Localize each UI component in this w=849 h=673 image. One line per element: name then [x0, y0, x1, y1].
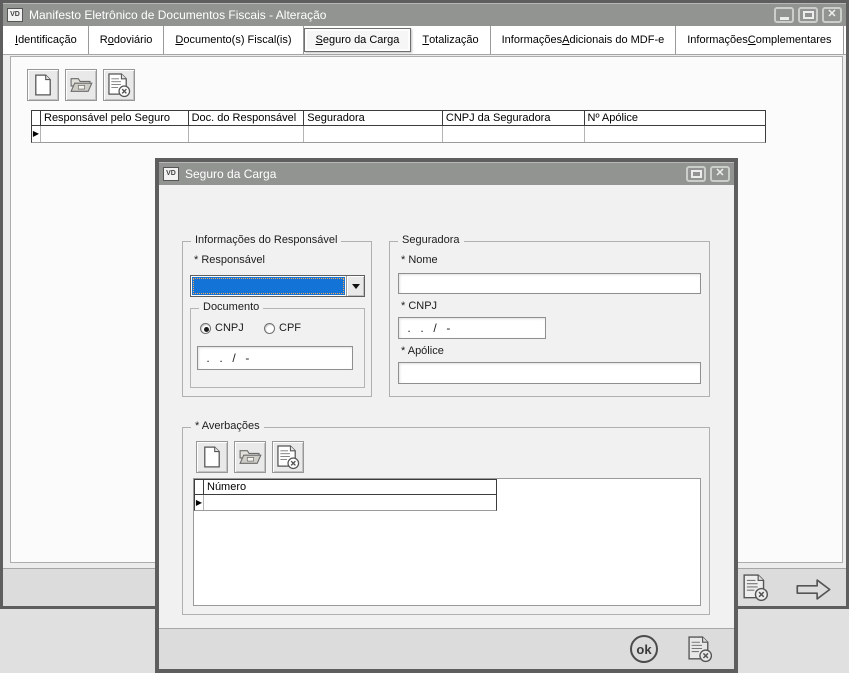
chevron-down-icon — [352, 284, 360, 289]
averbacoes-grid-header: Número — [194, 479, 497, 495]
dialog-maximize-button[interactable] — [686, 166, 706, 182]
delete-document-icon — [277, 445, 300, 470]
new-document-icon — [203, 446, 221, 468]
column-header[interactable]: Número — [204, 480, 496, 494]
tab-totalizacao[interactable]: Totalização — [411, 26, 490, 54]
dialog-cancel-button[interactable] — [686, 634, 714, 664]
table-cell[interactable] — [443, 126, 585, 142]
tab-identificacao[interactable]: Identificação — [3, 26, 89, 54]
ok-button[interactable]: ok — [630, 635, 658, 663]
screen: VD Manifesto Eletrônico de Documentos Fi… — [0, 0, 849, 673]
selector-header-cell — [32, 111, 41, 125]
new-document-icon — [34, 74, 52, 96]
dialog-close-button[interactable]: ✕ — [710, 166, 730, 182]
row-pointer-cell: ▶ — [195, 495, 204, 510]
dialog-title: Seguro da Carga — [185, 167, 686, 181]
close-icon: ✕ — [715, 168, 724, 179]
delete-seguro-button[interactable] — [103, 69, 135, 101]
seguradora-cnpj-input[interactable] — [398, 317, 546, 339]
documento-group-legend: Documento — [199, 301, 263, 313]
record-pointer-icon: ▶ — [196, 499, 202, 507]
combobox-dropdown-button[interactable] — [346, 276, 364, 296]
main-window-title: Manifesto Eletrônico de Documentos Fisca… — [29, 8, 774, 22]
maximize-button[interactable] — [798, 7, 818, 23]
apolice-input[interactable] — [398, 362, 701, 384]
column-header[interactable]: CNPJ da Seguradora — [443, 111, 585, 125]
nome-input[interactable] — [398, 273, 701, 294]
table-cell[interactable] — [585, 126, 766, 142]
edit-seguro-button[interactable] — [65, 69, 97, 101]
averbacoes-group: * Averbações — [182, 427, 710, 615]
table-cell[interactable] — [41, 126, 189, 142]
averbacoes-grid: Número ▶ — [193, 478, 701, 606]
nome-label: * Nome — [401, 254, 438, 266]
cancel-button[interactable] — [740, 573, 772, 603]
column-header[interactable]: Nº Apólice — [585, 111, 766, 125]
table-cell[interactable] — [204, 495, 496, 510]
cnpj-radio-label: CNPJ — [215, 322, 244, 334]
maximize-icon — [691, 170, 702, 178]
column-header[interactable]: Seguradora — [304, 111, 443, 125]
tab-rodoviario[interactable]: Rodoviário — [89, 26, 165, 54]
documento-cnpj-input[interactable] — [197, 346, 353, 370]
minimize-button[interactable] — [774, 7, 794, 23]
dialog-titlebar: VD Seguro da Carga ✕ — [159, 162, 734, 185]
column-header[interactable]: Doc. do Responsável — [189, 111, 305, 125]
delete-averbacao-button[interactable] — [272, 441, 304, 473]
documento-group: Documento CNPJ CPF — [190, 308, 365, 388]
add-averbacao-button[interactable] — [196, 441, 228, 473]
seguro-toolbar — [27, 69, 135, 101]
table-cell[interactable] — [189, 126, 305, 142]
arrow-right-icon — [795, 578, 833, 601]
seguros-grid: Responsável pelo Seguro Doc. do Responsá… — [31, 110, 766, 143]
seguradora-group-legend: Seguradora — [398, 234, 464, 246]
row-pointer-cell: ▶ — [32, 126, 41, 142]
close-icon: ✕ — [827, 9, 836, 20]
main-titlebar: VD Manifesto Eletrônico de Documentos Fi… — [3, 3, 846, 26]
combobox-selection — [192, 277, 345, 295]
tabbar: Identificação Rodoviário Documento(s) Fi… — [3, 26, 846, 55]
responsavel-group: Informações do Responsável * Responsável… — [182, 241, 372, 397]
selector-header-cell — [195, 480, 204, 494]
seguro-da-carga-dialog: VD Seguro da Carga ✕ Informações do Resp… — [155, 158, 738, 673]
responsavel-group-legend: Informações do Responsável — [191, 234, 341, 246]
cnpj-radio[interactable]: CNPJ — [200, 322, 244, 334]
cpf-radio[interactable]: CPF — [264, 322, 301, 334]
table-row[interactable]: ▶ — [194, 495, 497, 511]
open-folder-icon — [238, 448, 262, 466]
next-button[interactable] — [793, 577, 835, 601]
close-button[interactable]: ✕ — [822, 7, 842, 23]
dialog-footer: ok — [159, 628, 734, 669]
apolice-label: * Apólice — [401, 345, 444, 357]
app-icon: VD — [163, 167, 179, 181]
record-pointer-icon: ▶ — [33, 130, 39, 138]
tab-informacoes-complementares[interactable]: Informações Complementares — [676, 26, 843, 54]
app-icon: VD — [7, 8, 23, 22]
cpf-radio-label: CPF — [279, 322, 301, 334]
seguros-grid-header: Responsável pelo Seguro Doc. do Responsá… — [31, 110, 766, 126]
radio-checked-icon — [200, 323, 211, 334]
delete-document-icon — [743, 574, 769, 602]
delete-document-icon — [688, 636, 713, 663]
table-row[interactable]: ▶ — [31, 126, 766, 143]
tab-informacoes-adicionais-mdfe[interactable]: Informações Adicionais do MDF-e — [491, 26, 677, 54]
tab-documentos-fiscais[interactable]: Documento(s) Fiscal(is) — [164, 26, 303, 54]
averbacoes-toolbar — [196, 441, 304, 473]
responsavel-label: * Responsável — [194, 254, 265, 266]
edit-averbacao-button[interactable] — [234, 441, 266, 473]
radio-unchecked-icon — [264, 323, 275, 334]
table-cell[interactable] — [304, 126, 443, 142]
averbacoes-group-legend: * Averbações — [191, 420, 264, 432]
seguradora-group: Seguradora * Nome * CNPJ * Apólice — [389, 241, 710, 397]
delete-document-icon — [108, 73, 131, 98]
open-folder-icon — [69, 76, 93, 94]
column-header[interactable]: Responsável pelo Seguro — [41, 111, 189, 125]
dialog-body: Informações do Responsável * Responsável… — [159, 185, 734, 628]
seguradora-cnpj-label: * CNPJ — [401, 300, 437, 312]
responsavel-combobox[interactable] — [190, 275, 365, 297]
maximize-icon — [803, 11, 814, 19]
tab-seguro-da-carga[interactable]: Seguro da Carga — [304, 28, 412, 52]
add-seguro-button[interactable] — [27, 69, 59, 101]
minimize-icon — [780, 17, 789, 20]
